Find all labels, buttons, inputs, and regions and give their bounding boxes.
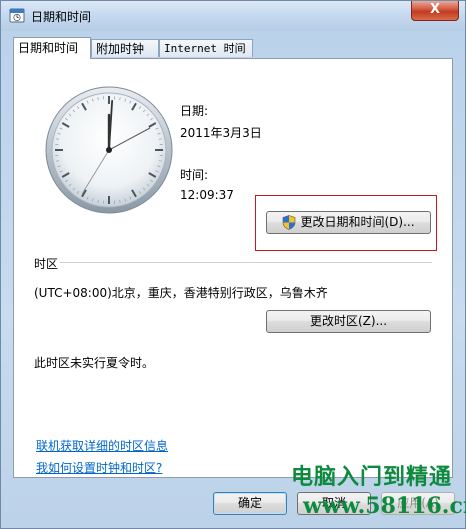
tab-additional-clocks[interactable]: 附加时钟 [91,39,159,57]
tab-internet-time[interactable]: Internet 时间 [159,39,253,57]
time-value: 12:09:37 [180,188,234,202]
how-to-set-clock-link[interactable]: 我如何设置时钟和时区? [36,459,162,476]
uac-shield-icon [283,215,296,230]
date-value: 2011年3月3日 [180,126,262,140]
watermark-text: 电脑入门到精通 [291,464,453,490]
date-label: 日期: [180,104,209,118]
date-time-dialog: 日期和时间 X 日期和时间 附加时钟 Internet 时间 日期: 2011年… [0,0,466,529]
time-label: 时间: [180,168,209,182]
calendar-clock-icon [9,8,25,23]
close-icon: X [429,2,441,17]
window-title: 日期和时间 [31,10,92,24]
analog-clock [45,86,173,214]
close-button[interactable]: X [411,1,459,21]
timezone-section-label: 时区 [34,257,59,271]
change-date-time-label: 更改日期和时间(D)... [300,215,415,229]
timezone-divider [60,262,432,263]
timezone-value: (UTC+08:00)北京，重庆，香港特别行政区，乌鲁木齐 [34,286,328,300]
clock-center-pin [106,147,112,153]
watermark-url: www.58116.cn [303,493,466,519]
dst-note: 此时区未实行夏令时。 [34,356,155,370]
online-timezone-info-link[interactable]: 联机获取详细的时区信息 [36,437,168,454]
tab-panel: 日期: 2011年3月3日 时间: 12:09:37 更改日期和时间(D)...… [13,58,453,478]
change-timezone-button[interactable]: 更改时区(Z)... [266,310,431,333]
ok-button[interactable]: 确定 [213,492,287,515]
title-bar[interactable]: 日期和时间 X [1,1,465,31]
tab-date-time[interactable]: 日期和时间 [13,37,91,59]
change-date-time-button[interactable]: 更改日期和时间(D)... [266,211,431,234]
